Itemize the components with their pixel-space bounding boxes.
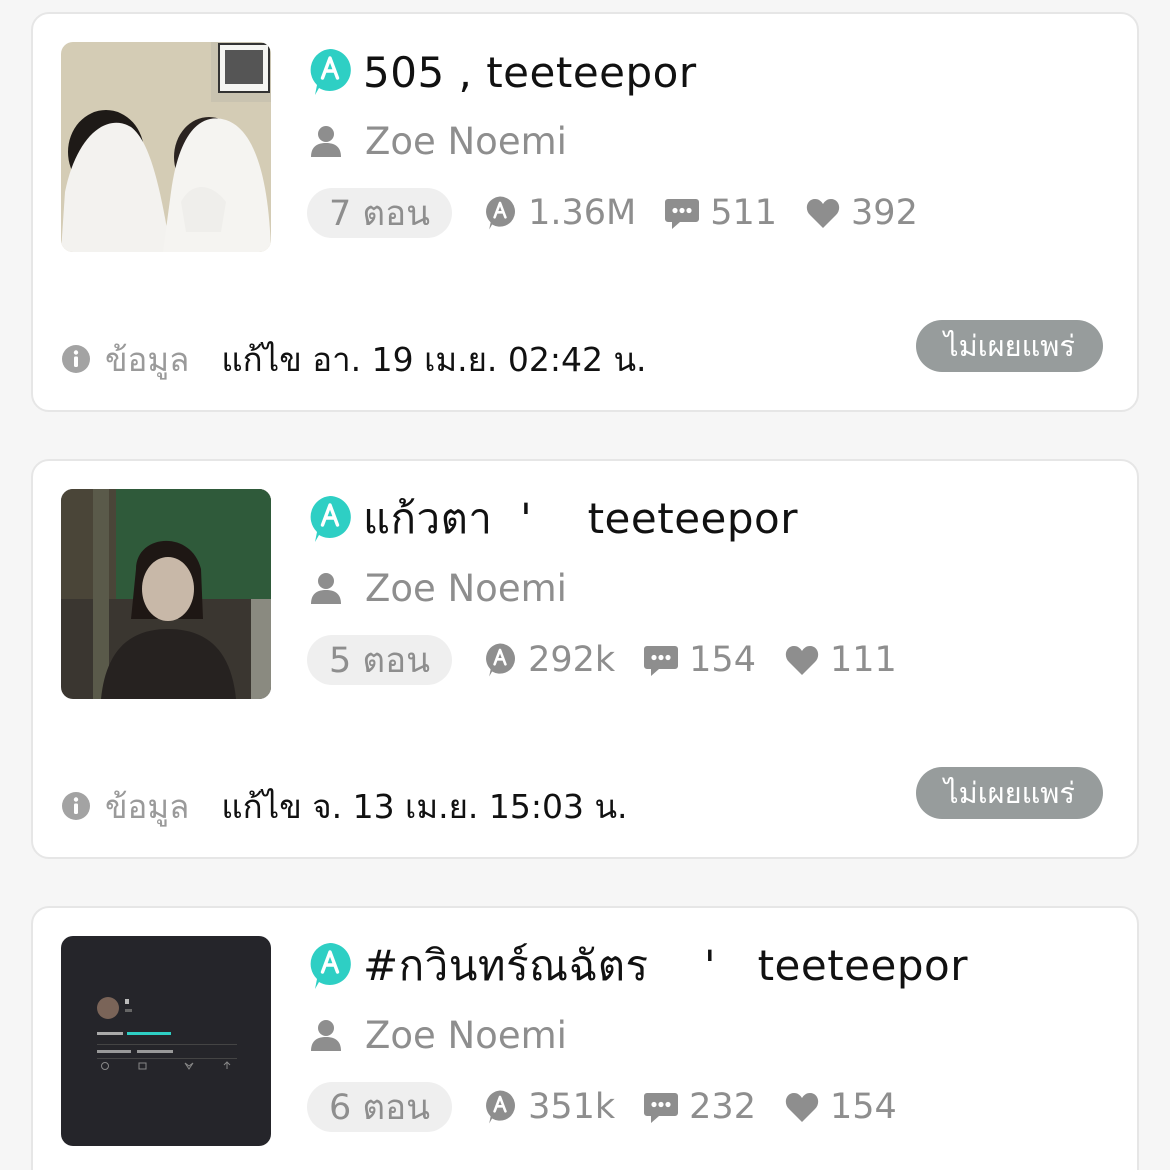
heart-icon bbox=[784, 642, 820, 678]
story-cover-image[interactable] bbox=[61, 936, 271, 1146]
author-name[interactable]: Zoe Noemi bbox=[365, 120, 567, 163]
heart-icon bbox=[784, 1089, 820, 1125]
edited-timestamp: แก้ไข จ. 13 เม.ย. 15:03 น. bbox=[221, 786, 628, 826]
comments-stat: 232 bbox=[643, 1087, 756, 1127]
info-link[interactable]: ข้อมูล bbox=[105, 333, 189, 386]
views-stat: 351k bbox=[482, 1087, 615, 1127]
cover-photo-two-figures-in-sheets bbox=[61, 42, 271, 252]
likes-stat: 111 bbox=[784, 640, 897, 680]
story-card[interactable]: แก้วตา ' teeteepor Zoe Noemi 5 ตอน 292k … bbox=[31, 459, 1139, 859]
comment-icon bbox=[643, 642, 679, 678]
story-cover-image[interactable] bbox=[61, 42, 271, 252]
views-stat: 292k bbox=[482, 640, 615, 680]
heart-icon bbox=[805, 195, 841, 231]
unpublish-status-button[interactable]: ไม่เผยแพร่ bbox=[916, 320, 1103, 372]
story-cover-image[interactable] bbox=[61, 489, 271, 699]
a-badge-icon bbox=[482, 642, 518, 678]
cover-photo-girl-with-sign bbox=[61, 489, 271, 699]
views-count: 292k bbox=[528, 640, 616, 680]
a-badge-icon bbox=[307, 47, 353, 97]
comment-icon bbox=[664, 195, 700, 231]
story-title[interactable]: 505 , teeteepor bbox=[363, 48, 697, 97]
comments-count: 154 bbox=[689, 640, 756, 680]
info-icon[interactable] bbox=[61, 791, 91, 821]
views-count: 351k bbox=[528, 1087, 616, 1127]
cover-image-dark-tweet-screenshot bbox=[61, 936, 271, 1146]
comments-count: 511 bbox=[710, 193, 778, 233]
episode-count-badge: 7 ตอน bbox=[307, 188, 453, 238]
edited-timestamp: แก้ไข อา. 19 เม.ย. 02:42 น. bbox=[221, 339, 647, 379]
info-link[interactable]: ข้อมูล bbox=[105, 780, 189, 833]
comment-icon bbox=[643, 1089, 679, 1125]
story-card[interactable]: #กวินทร์ณฉัตร ' teeteepor Zoe Noemi 6 ตอ… bbox=[31, 906, 1139, 1170]
episode-count-badge: 6 ตอน bbox=[307, 1082, 453, 1132]
likes-count: 392 bbox=[851, 193, 918, 233]
unpublish-status-button[interactable]: ไม่เผยแพร่ bbox=[916, 767, 1103, 819]
story-list: 505 , teeteepor Zoe Noemi 7 ตอน 1.36M 51… bbox=[0, 0, 1170, 1170]
episode-count-badge: 5 ตอน bbox=[307, 635, 453, 685]
comments-stat: 511 bbox=[664, 193, 777, 233]
comments-count: 232 bbox=[689, 1087, 756, 1127]
likes-count: 154 bbox=[829, 1087, 897, 1127]
story-title[interactable]: #กวินทร์ณฉัตร ' teeteepor bbox=[363, 933, 968, 999]
a-badge-icon bbox=[482, 195, 518, 231]
user-icon bbox=[309, 1018, 343, 1052]
a-badge-icon bbox=[307, 941, 353, 991]
likes-stat: 392 bbox=[805, 193, 918, 233]
user-icon bbox=[309, 571, 343, 605]
user-icon bbox=[309, 124, 343, 158]
author-name[interactable]: Zoe Noemi bbox=[365, 1014, 567, 1057]
likes-stat: 154 bbox=[784, 1087, 897, 1127]
story-card[interactable]: 505 , teeteepor Zoe Noemi 7 ตอน 1.36M 51… bbox=[31, 12, 1139, 412]
info-icon[interactable] bbox=[61, 344, 91, 374]
author-name[interactable]: Zoe Noemi bbox=[365, 567, 567, 610]
comments-stat: 154 bbox=[643, 640, 756, 680]
likes-count: 111 bbox=[829, 640, 897, 680]
a-badge-icon bbox=[307, 494, 353, 544]
views-stat: 1.36M bbox=[482, 193, 636, 233]
a-badge-icon bbox=[482, 1089, 518, 1125]
story-title[interactable]: แก้วตา ' teeteepor bbox=[363, 486, 798, 552]
views-count: 1.36M bbox=[528, 193, 637, 233]
